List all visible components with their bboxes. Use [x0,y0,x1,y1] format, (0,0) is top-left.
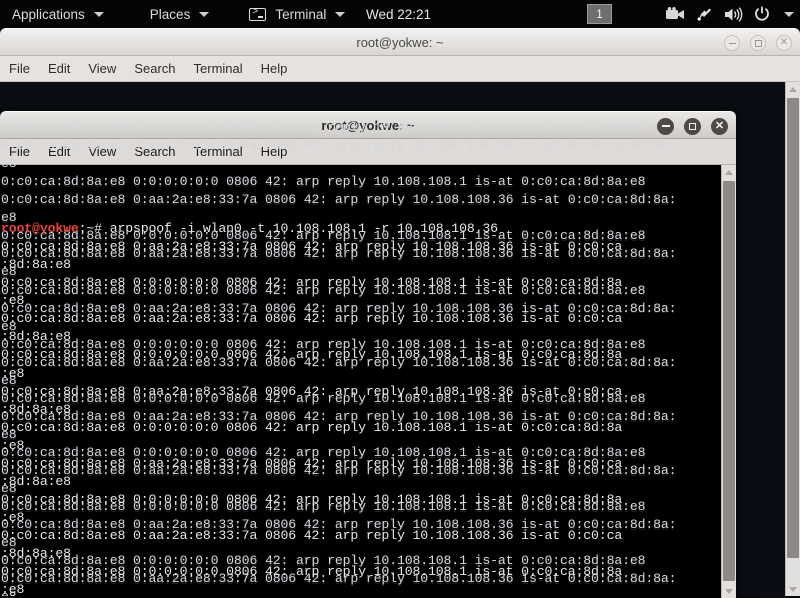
terminal-line: 0:c0:ca:8d:8a:e8 0:aa:2a:e8:33:7a 0806 4… [1,311,623,327]
desktop: root@yokwe: ~ ✕ File Edit View Search Termin… [0,0,800,598]
panel-menu-terminal-label: Terminal [275,6,327,22]
terminal-line: 0:c0:ca:8d:8a:e8 0:0:0:0:0:0 0806 42: ar… [1,491,623,507]
panel-menu-applications[interactable]: Applications [0,0,114,28]
terminal-line: :e8 [1,509,25,525]
window-title-background: root@yokwe: ~ [356,34,444,50]
terminal-line: 0:c0:ca:8d:8a:e8 0:0:0:0:0:0 0806 42: ar… [1,174,646,190]
prompt-path: :~# [78,221,110,237]
chevron-down-icon [199,11,210,17]
terminal-line: 0:c0:ca:8d:8a:e8 0:aa:2a:e8:33:7a 0806 4… [1,455,623,471]
workspace-number: 1 [596,7,603,21]
titlebar-background-window[interactable]: root@yokwe: ~ ✕ [0,28,800,56]
terminal-icon [249,7,267,21]
terminal-line: 0:c0:ca:8d:8a:e8 0:0:0:0:0:0 0806 42: ar… [1,275,623,291]
system-tray [666,0,794,28]
command-text: arpspoof -i wlan0 -t 10.108.108.1 -r 10.… [109,221,498,237]
menu-background-search[interactable]: Search [134,61,175,76]
terminal-line: :e8 [1,437,25,453]
prompt-user: root@yokwe [1,221,79,237]
terminal-line: 0:c0:ca:8d:8a:e8 0:0:0:0:0:0 0806 42: ar… [1,419,623,435]
terminal-line: 0:c0:ca:8d:8a:e8 0:aa:2a:e8:33:7a 0806 4… [1,192,677,208]
terminal-text-active: root@yokwe:~# arpspoof -i wlan0 -t 10.10… [1,220,736,598]
terminal-line: :e8 [1,582,25,598]
network-plug-icon[interactable] [696,6,713,22]
menu-background-edit[interactable]: Edit [48,61,70,76]
terminal-line: e8 [1,156,17,172]
maximize-icon[interactable] [750,35,766,51]
menu-background-file[interactable]: File [9,61,30,76]
terminal-output-active[interactable]: 0:c0:ca:8d:8a:e8 0:0:0:0:0:0 0806 42: ar… [0,165,736,598]
terminal-line: 0:c0:ca:8d:8a:e8 0:aa:2a:e8:33:7a 0806 4… [1,383,623,399]
screen-recorder-icon[interactable] [666,6,685,22]
close-icon[interactable]: ✕ [776,35,792,51]
panel-menu-terminal[interactable]: Terminal [239,0,355,28]
panel-menu-places-label: Places [149,6,191,22]
terminal-line: 0:c0:ca:8d:8a:e8 0:aa:2a:e8:33:7a 0806 4… [1,239,623,255]
menu-background-view[interactable]: View [88,61,116,76]
terminal-line: :8d:8a:e8 [1,473,71,489]
chevron-down-icon[interactable] [784,11,794,17]
terminal-line: :8d:8a:e8 [1,545,71,561]
window-buttons-background: ✕ [724,29,792,57]
terminal-line: :e8 [1,365,25,381]
workspace-switcher[interactable]: 1 [587,4,612,24]
chevron-down-icon [93,11,104,17]
terminal-line: :8d:8a:e8 [1,401,71,417]
menu-background-help[interactable]: Help [261,61,288,76]
terminal-line: 0:c0:ca:8d:8a:e8 0:0:0:0:0:0 0806 42: ar… [1,564,623,580]
minimize-icon[interactable] [724,35,740,51]
chevron-down-icon [335,11,346,17]
menubar-background-window[interactable]: File Edit View Search Terminal Help [0,56,800,82]
terminal-line: 0:c0:ca:8d:8a:e8 0:0:0:0:0:0 0806 42: ar… [1,120,646,136]
scroll-up-icon[interactable] [786,82,800,96]
top-panel: Applications Places Terminal Wed 22:21 1 [0,0,800,28]
command-prompt-line: root@yokwe:~# arpspoof -i wlan0 -t 10.10… [1,220,736,238]
terminal-line: 0:c0:ca:8d:8a:e8 0:aa:2a:e8:33:7a 0806 4… [1,138,677,154]
terminal-line: :e8 [1,293,25,309]
terminal-line: :8d:8a:e8 [1,329,71,345]
power-icon[interactable] [754,6,770,22]
panel-clock[interactable]: Wed 22:21 [366,0,431,28]
volume-icon[interactable] [724,6,743,22]
panel-menu-applications-label: Applications [12,6,85,22]
terminal-line: 0:c0:ca:8d:8a:e8 0:0:0:0:0:0 0806 42: ar… [1,347,623,363]
panel-menu-places[interactable]: Places [140,0,220,28]
menu-background-terminal[interactable]: Terminal [194,61,243,76]
terminal-line: 0:c0:ca:8d:8a:e8 0:aa:2a:e8:33:7a 0806 4… [1,527,623,543]
terminal-line: :8d:8a:e8 [1,257,71,273]
